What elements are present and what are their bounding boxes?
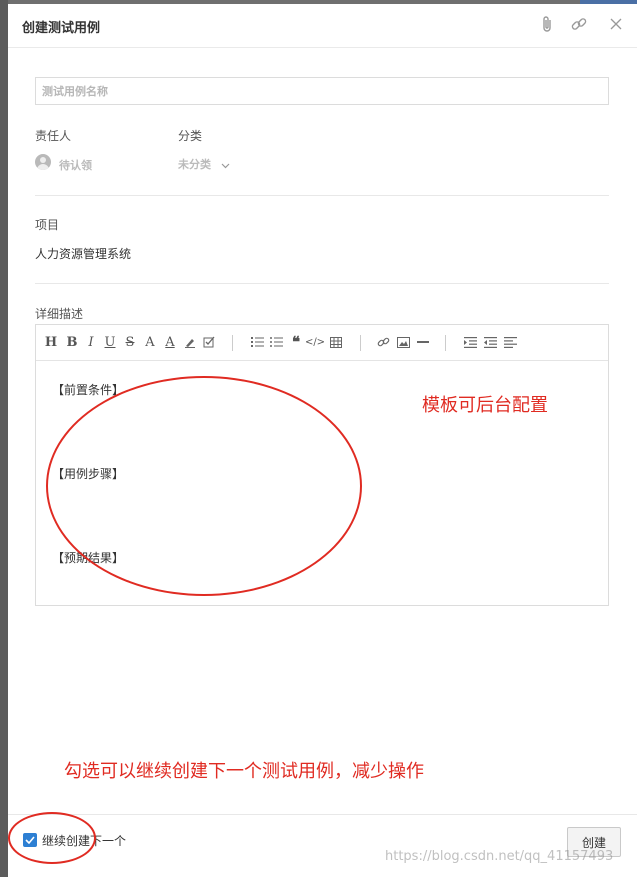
align-left-icon[interactable] <box>503 335 517 349</box>
heading-icon[interactable]: H <box>44 335 58 350</box>
link-icon[interactable] <box>569 14 589 34</box>
divider <box>35 283 609 284</box>
annotation-continue-note: 勾选可以继续创建下一个测试用例，减少操作 <box>64 761 424 782</box>
bold-icon[interactable]: B <box>65 335 79 350</box>
ordered-list-icon[interactable] <box>250 335 264 349</box>
close-icon[interactable] <box>606 14 626 34</box>
link-icon[interactable] <box>376 335 390 349</box>
toolbar-separator <box>232 335 233 351</box>
checkbox-icon[interactable] <box>202 335 216 349</box>
italic-icon[interactable]: I <box>84 335 98 350</box>
annotation-template-note: 模板可后台配置 <box>422 395 548 416</box>
toolbar-separator <box>445 335 446 351</box>
continue-label[interactable]: 继续创建下一个 <box>42 832 126 849</box>
font-color-icon[interactable]: A <box>163 335 177 350</box>
table-icon[interactable] <box>329 335 343 349</box>
project-value: 人力资源管理系统 <box>35 247 132 261</box>
test-case-name-input[interactable] <box>35 77 609 105</box>
watermark: https://blog.csdn.net/qq_41157493 <box>385 849 614 864</box>
avatar[interactable] <box>35 154 51 170</box>
quote-icon[interactable]: ❝ <box>289 333 303 351</box>
category-label: 分类 <box>178 129 203 143</box>
editor-toolbar: H B I U S A A ❝ </> <box>36 325 608 361</box>
code-icon[interactable]: </> <box>305 335 325 349</box>
outdent-icon[interactable] <box>483 335 497 349</box>
indent-icon[interactable] <box>463 335 477 349</box>
highlight-icon[interactable] <box>183 335 197 349</box>
image-icon[interactable] <box>396 335 410 349</box>
strikethrough-icon[interactable]: S <box>123 335 137 350</box>
description-label: 详细描述 <box>35 307 84 321</box>
owner-label: 责任人 <box>35 129 72 143</box>
template-line-steps: 【用例步骤】 <box>52 467 125 481</box>
attachment-icon[interactable] <box>537 14 557 34</box>
dialog-title: 创建测试用例 <box>22 21 101 36</box>
horizontal-rule-icon[interactable] <box>416 335 430 349</box>
owner-value[interactable]: 待认领 <box>59 157 92 173</box>
project-label: 项目 <box>35 218 60 232</box>
template-line-expected: 【预期结果】 <box>52 551 125 565</box>
toolbar-separator <box>360 335 361 351</box>
category-select[interactable]: 未分类 <box>178 156 230 172</box>
chevron-down-icon <box>221 159 230 172</box>
create-test-case-dialog: 创建测试用例 责任人 分类 待认领 未分类 项目 人力资源管理系统 详细描述 <box>8 4 637 877</box>
rich-text-editor: H B I U S A A ❝ </> 【前置条件】 【用例步骤】 【预期结果】 <box>35 324 609 606</box>
unordered-list-icon[interactable] <box>269 335 283 349</box>
font-size-icon[interactable]: A <box>143 335 157 350</box>
dialog-footer: 继续创建下一个 创建 <box>8 814 637 877</box>
template-line-preconditions: 【前置条件】 <box>52 383 125 397</box>
category-value: 未分类 <box>178 158 211 171</box>
backdrop <box>0 0 8 877</box>
underline-icon[interactable]: U <box>103 335 117 350</box>
dialog-header: 创建测试用例 <box>8 4 637 48</box>
continue-checkbox[interactable] <box>23 833 37 847</box>
divider <box>35 195 609 196</box>
